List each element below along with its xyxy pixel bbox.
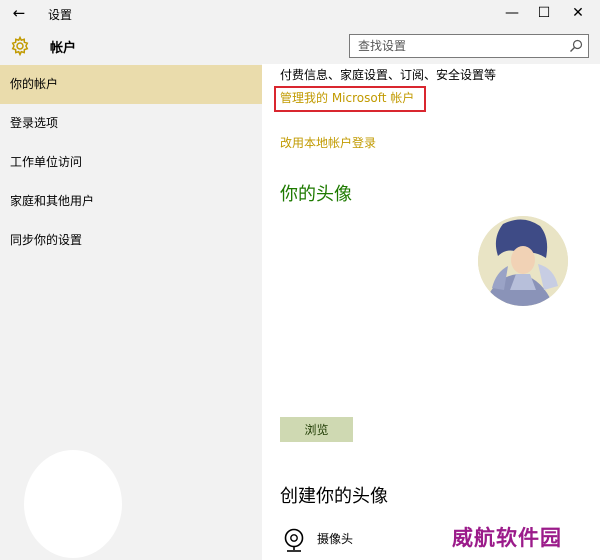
decorative-blob — [24, 450, 122, 558]
minimize-button[interactable]: — — [496, 2, 528, 24]
camera-label[interactable]: 摄像头 — [317, 530, 353, 547]
sidebar-item-sync-settings[interactable]: 同步你的设置 — [0, 221, 262, 260]
back-button[interactable]: ← — [8, 4, 30, 22]
watermark: 威航软件园 — [452, 525, 562, 550]
avatar — [478, 216, 568, 306]
sidebar-item-work-access[interactable]: 工作单位访问 — [0, 143, 262, 182]
browse-button[interactable]: 浏览 — [280, 417, 353, 442]
page-title: 帐户 — [50, 41, 77, 56]
sidebar-item-family-users[interactable]: 家庭和其他用户 — [0, 182, 262, 221]
sidebar-item-your-account[interactable]: 你的帐户 — [0, 65, 262, 104]
camera-icon[interactable] — [282, 528, 306, 554]
account-description: 付费信息、家庭设置、订阅、安全设置等 — [280, 68, 497, 82]
search-input[interactable] — [350, 35, 560, 57]
gear-icon — [11, 36, 29, 56]
sidebar: 你的帐户 登录选项 工作单位访问 家庭和其他用户 同步你的设置 — [0, 64, 262, 560]
create-avatar-heading: 创建你的头像 — [280, 486, 388, 507]
close-button[interactable]: ✕ — [562, 2, 594, 24]
maximize-button[interactable]: ☐ — [528, 2, 560, 24]
window-title: 设置 — [48, 8, 73, 22]
avatar-heading: 你的头像 — [280, 184, 352, 205]
sidebar-item-sign-in-options[interactable]: 登录选项 — [0, 104, 262, 143]
page-header: 帐户 — [0, 27, 600, 64]
title-bar: ← 设置 — ☐ ✕ — [0, 0, 600, 27]
avatar-image — [478, 216, 568, 306]
main-content: 付费信息、家庭设置、订阅、安全设置等 管理我的 Microsoft 帐户 改用本… — [262, 64, 600, 560]
highlight-box — [274, 86, 426, 112]
local-account-link[interactable]: 改用本地帐户登录 — [280, 134, 376, 151]
search-box[interactable] — [349, 34, 589, 58]
search-icon[interactable] — [568, 38, 584, 54]
